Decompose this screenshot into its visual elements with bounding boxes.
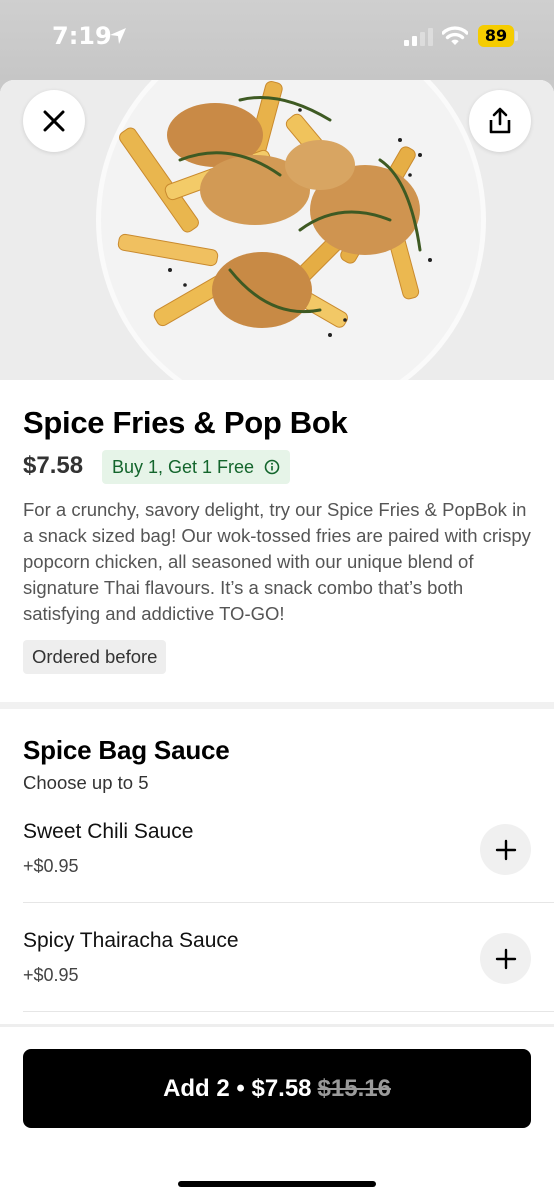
- share-button[interactable]: [469, 90, 531, 152]
- section-title: Spice Bag Sauce: [23, 735, 230, 765]
- location-icon: [110, 28, 126, 44]
- item-detail-sheet: Spice Fries & Pop Bok $7.58 Buy 1, Get 1…: [0, 80, 554, 1200]
- ordered-before-badge: Ordered before: [23, 640, 167, 674]
- close-icon: [43, 110, 65, 132]
- option-price: +$0.95: [23, 965, 79, 985]
- add-option-button[interactable]: [480, 933, 531, 984]
- battery-indicator: 89: [478, 25, 514, 47]
- option-price: +$0.95: [23, 856, 79, 876]
- plus-icon: [495, 948, 516, 969]
- plus-icon: [495, 839, 516, 860]
- footer-divider: [0, 1024, 554, 1027]
- option-divider: [23, 1011, 554, 1012]
- add-to-cart-label: Add 2 • $7.58: [163, 1074, 312, 1102]
- item-title: Spice Fries & Pop Bok: [23, 405, 348, 440]
- item-price: $7.58: [23, 452, 84, 479]
- option-name: Spicy Thairacha Sauce: [23, 929, 239, 952]
- section-divider: [0, 702, 554, 709]
- promo-badge[interactable]: Buy 1, Get 1 Free: [102, 450, 291, 484]
- wifi-icon: [442, 26, 468, 45]
- close-button[interactable]: [23, 90, 85, 152]
- battery-tip: [515, 31, 518, 41]
- info-icon: [264, 459, 280, 475]
- option-divider: [23, 902, 554, 903]
- original-price: $15.16: [317, 1074, 391, 1102]
- add-option-button[interactable]: [480, 824, 531, 875]
- list-item[interactable]: Sweet Chili Sauce +$0.95: [23, 820, 554, 929]
- status-time: 7:19: [52, 22, 112, 50]
- promo-label: Buy 1, Get 1 Free: [112, 456, 255, 477]
- home-indicator: [178, 1181, 376, 1187]
- item-description: For a crunchy, savory delight, try our S…: [23, 499, 531, 624]
- signal-icon: [404, 28, 433, 46]
- add-to-cart-button[interactable]: Add 2 • $7.58 $15.16: [23, 1049, 531, 1128]
- option-name: Sweet Chili Sauce: [23, 820, 194, 843]
- share-icon: [489, 107, 511, 134]
- status-bar: 7:19 89: [0, 0, 554, 80]
- list-item[interactable]: Spicy Thairacha Sauce +$0.95: [23, 929, 554, 1038]
- section-subtitle: Choose up to 5: [23, 772, 149, 793]
